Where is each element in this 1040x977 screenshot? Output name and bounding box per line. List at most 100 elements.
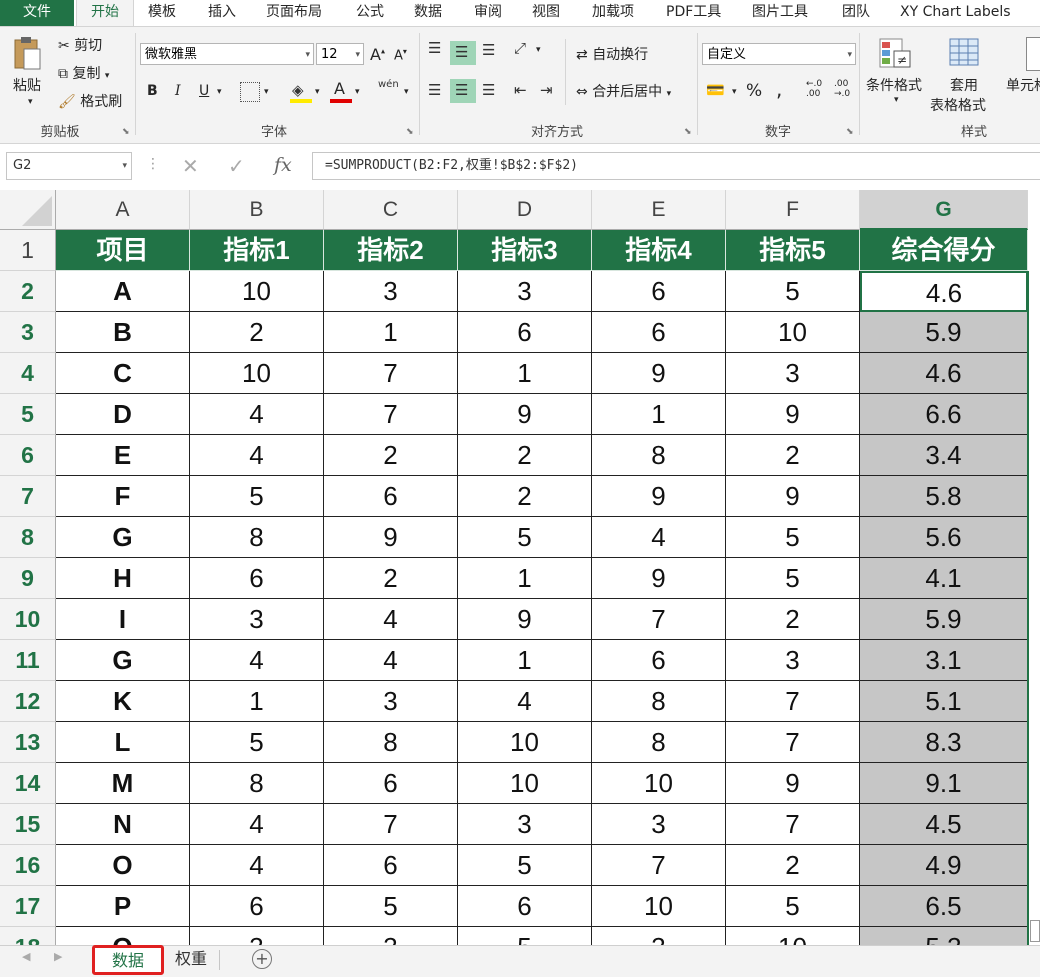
- table-cell[interactable]: 4: [190, 804, 324, 845]
- align-middle-button[interactable]: ☰: [450, 41, 476, 65]
- table-cell[interactable]: 4: [324, 599, 458, 640]
- row-header-9[interactable]: 9: [0, 558, 56, 599]
- scroll-left-icon[interactable]: ◀: [22, 950, 30, 963]
- copy-button[interactable]: ⧉ 复制 ▾: [58, 63, 109, 83]
- table-cell[interactable]: 6: [324, 763, 458, 804]
- increase-indent-icon[interactable]: ⇥: [540, 81, 553, 99]
- align-center-button[interactable]: ☰: [450, 79, 476, 103]
- table-cell[interactable]: 2: [324, 558, 458, 599]
- table-cell[interactable]: 10: [592, 763, 726, 804]
- insert-function-icon[interactable]: fx: [274, 154, 292, 176]
- sheet-tab-data[interactable]: 数据: [92, 945, 164, 975]
- score-cell[interactable]: 4.1: [860, 558, 1028, 599]
- row-header-12[interactable]: 12: [0, 681, 56, 722]
- row-header-14[interactable]: 14: [0, 763, 56, 804]
- table-cell[interactable]: 5: [726, 558, 860, 599]
- table-cell[interactable]: 8: [592, 435, 726, 476]
- row-header-1[interactable]: 1: [0, 230, 56, 271]
- table-cell[interactable]: 4: [190, 394, 324, 435]
- align-right-icon[interactable]: ☰: [482, 81, 495, 99]
- table-cell[interactable]: 3: [324, 927, 458, 945]
- table-cell[interactable]: 5: [190, 476, 324, 517]
- quick-analysis-icon[interactable]: [1030, 920, 1040, 942]
- row-header-7[interactable]: 7: [0, 476, 56, 517]
- grow-font-button[interactable]: A▴: [370, 45, 385, 64]
- paste-dropdown-icon[interactable]: ▾: [28, 97, 33, 107]
- decrease-decimal-icon[interactable]: .00 →.0: [834, 79, 850, 99]
- table-cell[interactable]: 1: [592, 394, 726, 435]
- table-cell[interactable]: 9: [458, 599, 592, 640]
- alignment-launcher-icon[interactable]: ⬊: [684, 127, 692, 137]
- table-cell[interactable]: 5: [458, 927, 592, 945]
- table-cell[interactable]: 3: [190, 927, 324, 945]
- score-cell[interactable]: 9.1: [860, 763, 1028, 804]
- menu-formulas[interactable]: 公式: [356, 0, 384, 26]
- table-cell[interactable]: 7: [726, 722, 860, 763]
- menu-pdf-tools[interactable]: PDF工具: [666, 0, 721, 26]
- conditional-format-label[interactable]: 条件格式: [866, 75, 922, 95]
- score-cell[interactable]: 5.9: [860, 312, 1028, 353]
- formula-input[interactable]: =SUMPRODUCT(B2:F2,权重!$B$2:$F$2): [312, 152, 1040, 180]
- table-cell[interactable]: 3: [458, 271, 592, 312]
- table-cell[interactable]: 3: [592, 804, 726, 845]
- increase-decimal-icon[interactable]: ←.0.00: [806, 79, 822, 99]
- header-cell-d[interactable]: 指标3: [458, 230, 592, 271]
- score-cell[interactable]: 5.6: [860, 517, 1028, 558]
- table-cell[interactable]: 9: [592, 353, 726, 394]
- cell-styles-label[interactable]: 单元格: [1006, 75, 1040, 95]
- menu-home[interactable]: 开始: [76, 0, 134, 26]
- table-cell[interactable]: 2: [726, 845, 860, 886]
- score-cell[interactable]: 3.1: [860, 640, 1028, 681]
- row-header-11[interactable]: 11: [0, 640, 56, 681]
- menu-data[interactable]: 数据: [414, 0, 442, 26]
- score-cell[interactable]: 5.1: [860, 681, 1028, 722]
- font-launcher-icon[interactable]: ⬊: [406, 127, 414, 137]
- header-cell-g[interactable]: 综合得分: [860, 230, 1028, 271]
- table-cell[interactable]: 5: [324, 886, 458, 927]
- table-cell[interactable]: 2: [726, 435, 860, 476]
- table-cell[interactable]: 5: [726, 517, 860, 558]
- font-color-button[interactable]: A: [330, 79, 352, 103]
- table-cell[interactable]: 4: [592, 517, 726, 558]
- score-cell[interactable]: 5.3: [860, 927, 1028, 945]
- header-cell-e[interactable]: 指标4: [592, 230, 726, 271]
- table-cell[interactable]: 4: [190, 435, 324, 476]
- add-sheet-button[interactable]: +: [252, 949, 272, 969]
- table-cell[interactable]: 6: [592, 271, 726, 312]
- score-cell[interactable]: 4.9: [860, 845, 1028, 886]
- menu-addins[interactable]: 加载项: [592, 0, 634, 26]
- table-cell[interactable]: B: [56, 312, 190, 353]
- table-cell[interactable]: 7: [592, 845, 726, 886]
- table-cell[interactable]: 10: [190, 271, 324, 312]
- column-header-c[interactable]: C: [324, 190, 458, 230]
- table-cell[interactable]: 1: [458, 558, 592, 599]
- table-cell[interactable]: 6: [458, 886, 592, 927]
- cut-button[interactable]: ✂ 剪切: [58, 35, 102, 55]
- menu-view[interactable]: 视图: [532, 0, 560, 26]
- row-header-15[interactable]: 15: [0, 804, 56, 845]
- table-cell[interactable]: 2: [324, 435, 458, 476]
- table-cell[interactable]: 9: [726, 476, 860, 517]
- column-header-d[interactable]: D: [458, 190, 592, 230]
- table-cell[interactable]: 1: [190, 681, 324, 722]
- phonetic-dropdown-icon[interactable]: ▾: [404, 87, 409, 97]
- table-cell[interactable]: 2: [458, 435, 592, 476]
- row-header-5[interactable]: 5: [0, 394, 56, 435]
- table-cell[interactable]: 4: [190, 845, 324, 886]
- paste-label[interactable]: 粘贴: [13, 75, 41, 95]
- table-cell[interactable]: M: [56, 763, 190, 804]
- table-cell[interactable]: E: [56, 435, 190, 476]
- clipboard-launcher-icon[interactable]: ⬊: [122, 127, 130, 137]
- score-cell[interactable]: 6.6: [860, 394, 1028, 435]
- table-cell[interactable]: 7: [726, 681, 860, 722]
- format-as-table-icon[interactable]: [948, 37, 982, 71]
- menu-file[interactable]: 文件: [0, 0, 74, 26]
- column-header-f[interactable]: F: [726, 190, 860, 230]
- table-cell[interactable]: 3: [592, 927, 726, 945]
- score-cell[interactable]: 5.9: [860, 599, 1028, 640]
- format-as-table-label-1[interactable]: 套用: [950, 75, 978, 95]
- cancel-icon[interactable]: ✕: [182, 154, 199, 178]
- table-cell[interactable]: 10: [726, 312, 860, 353]
- comma-button[interactable]: ,: [776, 77, 782, 101]
- table-cell[interactable]: 2: [458, 476, 592, 517]
